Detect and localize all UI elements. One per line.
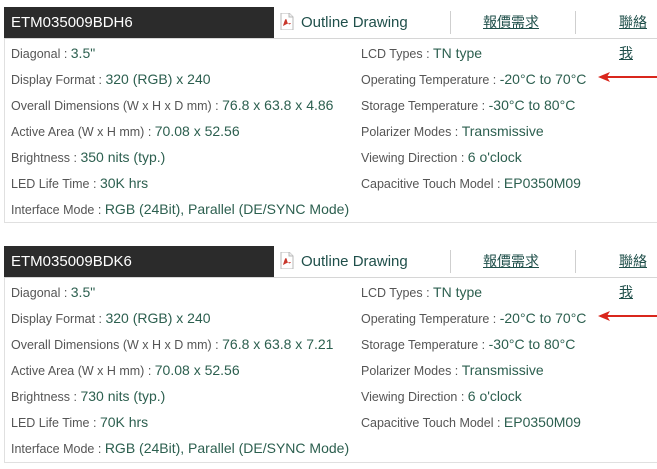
outline-drawing-link[interactable]: Outline Drawing bbox=[280, 246, 408, 277]
spec-display-format: Display Format : 320 (RGB) x 240 bbox=[11, 71, 211, 87]
red-arrow-icon bbox=[598, 72, 657, 82]
spec-display-format: Display Format : 320 (RGB) x 240 bbox=[11, 310, 211, 326]
spec-polarizer-modes: Polarizer Modes : Transmissive bbox=[361, 362, 544, 378]
spec-table: Diagonal : 3.5" Display Format : 320 (RG… bbox=[4, 278, 657, 463]
spec-capacitive-touch-model: Capacitive Touch Model : EP0350M09 bbox=[361, 175, 581, 191]
spec-diagonal: Diagonal : 3.5" bbox=[11, 284, 96, 300]
product-model: ETM035009BDH6 bbox=[4, 7, 274, 38]
header-divider bbox=[575, 11, 576, 34]
spec-viewing-direction: Viewing Direction : 6 o'clock bbox=[361, 388, 522, 404]
spec-storage-temperature: Storage Temperature : -30°C to 80°C bbox=[361, 97, 576, 113]
red-arrow-icon bbox=[598, 311, 657, 321]
spec-diagonal: Diagonal : 3.5" bbox=[11, 45, 96, 61]
quote-request-link[interactable]: 報價需求 bbox=[483, 7, 539, 38]
contact-link[interactable]: 聯絡我 bbox=[619, 7, 657, 61]
spec-storage-temperature: Storage Temperature : -30°C to 80°C bbox=[361, 336, 576, 352]
product-model: ETM035009BDK6 bbox=[4, 246, 274, 277]
spec-brightness: Brightness : 730 nits (typ.) bbox=[11, 388, 166, 404]
product-header: ETM035009BDK6 Outline Drawing 報價需求 聯絡我 bbox=[4, 246, 657, 300]
header-divider bbox=[575, 250, 576, 273]
spec-overall-dimensions: Overall Dimensions (W x H x D mm) : 76.8… bbox=[11, 97, 334, 113]
header-divider bbox=[450, 11, 451, 34]
product-header: ETM035009BDH6 Outline Drawing 報價需求 聯絡我 bbox=[4, 7, 657, 61]
spec-interface-mode: Interface Mode : RGB (24Bit), Parallel (… bbox=[11, 201, 350, 217]
pdf-icon bbox=[280, 13, 294, 30]
spec-interface-mode: Interface Mode : RGB (24Bit), Parallel (… bbox=[11, 440, 350, 456]
product-card: ETM035009BDK6 Outline Drawing 報價需求 聯絡我 D… bbox=[4, 246, 657, 463]
outline-drawing-label[interactable]: Outline Drawing bbox=[301, 246, 408, 277]
product-card: ETM035009BDH6 Outline Drawing 報價需求 聯絡我 D… bbox=[4, 7, 657, 223]
header-divider bbox=[450, 250, 451, 273]
pdf-icon bbox=[280, 252, 294, 269]
outline-drawing-label[interactable]: Outline Drawing bbox=[301, 7, 408, 38]
spec-active-area: Active Area (W x H mm) : 70.08 x 52.56 bbox=[11, 362, 240, 378]
quote-request-link[interactable]: 報價需求 bbox=[483, 246, 539, 277]
spec-operating-temperature: Operating Temperature : -20°C to 70°C bbox=[361, 71, 587, 87]
spec-operating-temperature: Operating Temperature : -20°C to 70°C bbox=[361, 310, 587, 326]
contact-link[interactable]: 聯絡我 bbox=[619, 246, 657, 300]
spec-viewing-direction: Viewing Direction : 6 o'clock bbox=[361, 149, 522, 165]
spec-table: Diagonal : 3.5" Display Format : 320 (RG… bbox=[4, 39, 657, 223]
spec-led-life-time: LED Life Time : 70K hrs bbox=[11, 414, 149, 430]
spec-lcd-types: LCD Types : TN type bbox=[361, 284, 483, 300]
spec-capacitive-touch-model: Capacitive Touch Model : EP0350M09 bbox=[361, 414, 581, 430]
outline-drawing-link[interactable]: Outline Drawing bbox=[280, 7, 408, 38]
spec-led-life-time: LED Life Time : 30K hrs bbox=[11, 175, 149, 191]
spec-lcd-types: LCD Types : TN type bbox=[361, 45, 483, 61]
spec-active-area: Active Area (W x H mm) : 70.08 x 52.56 bbox=[11, 123, 240, 139]
spec-overall-dimensions: Overall Dimensions (W x H x D mm) : 76.8… bbox=[11, 336, 334, 352]
spec-brightness: Brightness : 350 nits (typ.) bbox=[11, 149, 166, 165]
spec-polarizer-modes: Polarizer Modes : Transmissive bbox=[361, 123, 544, 139]
